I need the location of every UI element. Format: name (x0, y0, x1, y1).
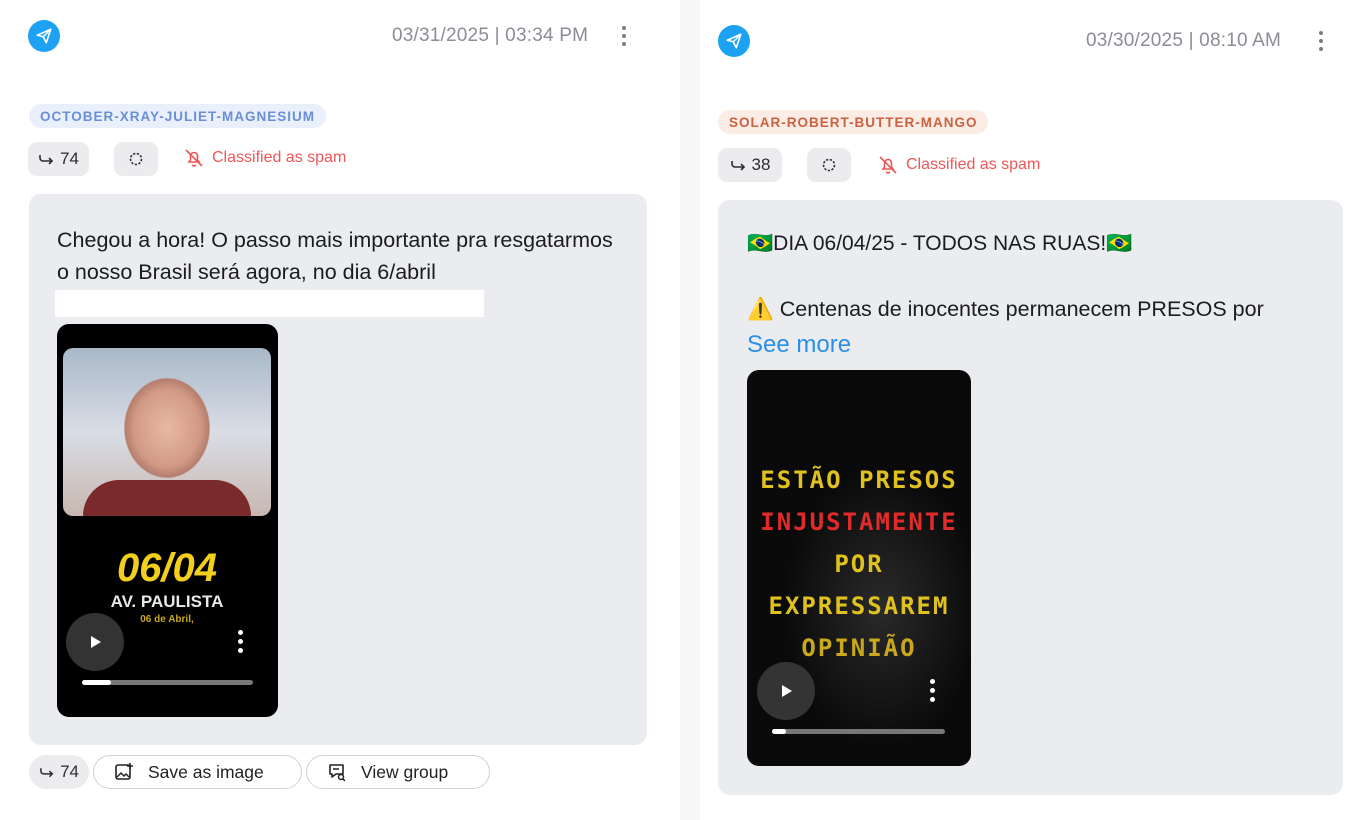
telegram-icon (718, 25, 750, 57)
message-bubble: 🇧🇷DIA 06/04/25 - TODOS NAS RUAS!🇧🇷 ⚠️ Ce… (718, 200, 1343, 795)
channel-tag[interactable]: SOLAR-ROBERT-BUTTER-MANGO (718, 110, 989, 134)
forward-arrow-icon (730, 161, 745, 171)
kebab-menu-icon[interactable] (614, 22, 634, 50)
video-progress-bar[interactable] (82, 680, 253, 685)
kebab-menu-icon[interactable] (1311, 27, 1331, 55)
column-divider (680, 0, 700, 820)
forward-count: 74 (60, 149, 79, 168)
save-as-image-label: Save as image (148, 761, 264, 782)
spam-status: Classified as spam (878, 155, 1040, 175)
message-line-body: ⚠️ Centenas de inocentes permanecem PRES… (747, 297, 1264, 321)
post-timestamp: 03/31/2025 | 03:34 PM (392, 25, 589, 46)
video-menu-icon[interactable] (233, 627, 247, 655)
video-progress-fill (82, 680, 112, 685)
video-thumbnail-face (63, 348, 271, 516)
image-add-icon (115, 763, 133, 780)
view-group-button[interactable]: View group (306, 755, 490, 789)
play-button[interactable] (757, 662, 815, 720)
play-icon (91, 636, 101, 648)
forward-count: 38 (751, 155, 771, 174)
forward-arrow-icon (39, 155, 54, 165)
video-date-text: 06/04 (116, 546, 218, 590)
chat-search-icon (329, 764, 346, 782)
refresh-chip[interactable] (114, 142, 158, 176)
view-group-label: View group (361, 761, 449, 782)
video-text-line: POR (834, 550, 884, 578)
video-text-line: INJUSTAMENTE (760, 508, 958, 536)
play-button[interactable] (66, 613, 124, 671)
post-card: 03/30/2025 | 08:10 AM SOLAR-ROBERT-BUTTE… (700, 0, 1364, 820)
refresh-chip[interactable] (807, 148, 851, 182)
spam-status: Classified as spam (184, 148, 346, 168)
loading-icon (822, 158, 836, 172)
spam-label: Classified as spam (212, 149, 347, 166)
forward-count-chip[interactable]: 74 (28, 142, 89, 176)
video-text-line: OPINIÃO (801, 634, 917, 662)
video-player[interactable]: ESTÃO PRESOS INJUSTAMENTE POR EXPRESSARE… (747, 370, 971, 766)
redacted-block (55, 290, 484, 317)
forward-count-chip[interactable]: 38 (718, 148, 782, 182)
video-text-line: EXPRESSAREM (768, 592, 950, 620)
message-text: Chegou a hora! O passo mais importante p… (57, 228, 613, 284)
message-bubble: Chegou a hora! O passo mais importante p… (29, 194, 647, 745)
telegram-icon (28, 20, 60, 52)
video-progress-bar[interactable] (772, 729, 945, 734)
video-place-text: AV. PAULISTA (110, 592, 224, 611)
footer-forward-chip[interactable]: 74 (29, 755, 89, 789)
bell-off-icon (185, 149, 203, 167)
forward-arrow-icon (40, 768, 54, 778)
video-text-line: ESTÃO PRESOS (760, 466, 958, 494)
play-icon (782, 685, 792, 697)
loading-icon (129, 152, 143, 166)
post-card: 03/31/2025 | 03:34 PM OCTOBER-XRAY-JULIE… (0, 0, 680, 820)
post-timestamp: 03/30/2025 | 08:10 AM (1086, 30, 1282, 51)
footer-forward-count: 74 (60, 762, 79, 781)
see-more-link[interactable]: See more (747, 331, 851, 359)
channel-tag[interactable]: OCTOBER-XRAY-JULIET-MAGNESIUM (29, 104, 327, 128)
video-player[interactable]: 06/04 AV. PAULISTA 06 de Abril, (57, 324, 278, 717)
message-line-title: 🇧🇷DIA 06/04/25 - TODOS NAS RUAS!🇧🇷 (747, 232, 1133, 255)
save-as-image-button[interactable]: Save as image (93, 755, 302, 789)
video-progress-fill (772, 729, 786, 734)
spam-label: Classified as spam (906, 156, 1041, 173)
video-menu-icon[interactable] (925, 676, 939, 704)
bell-off-icon (879, 156, 897, 174)
